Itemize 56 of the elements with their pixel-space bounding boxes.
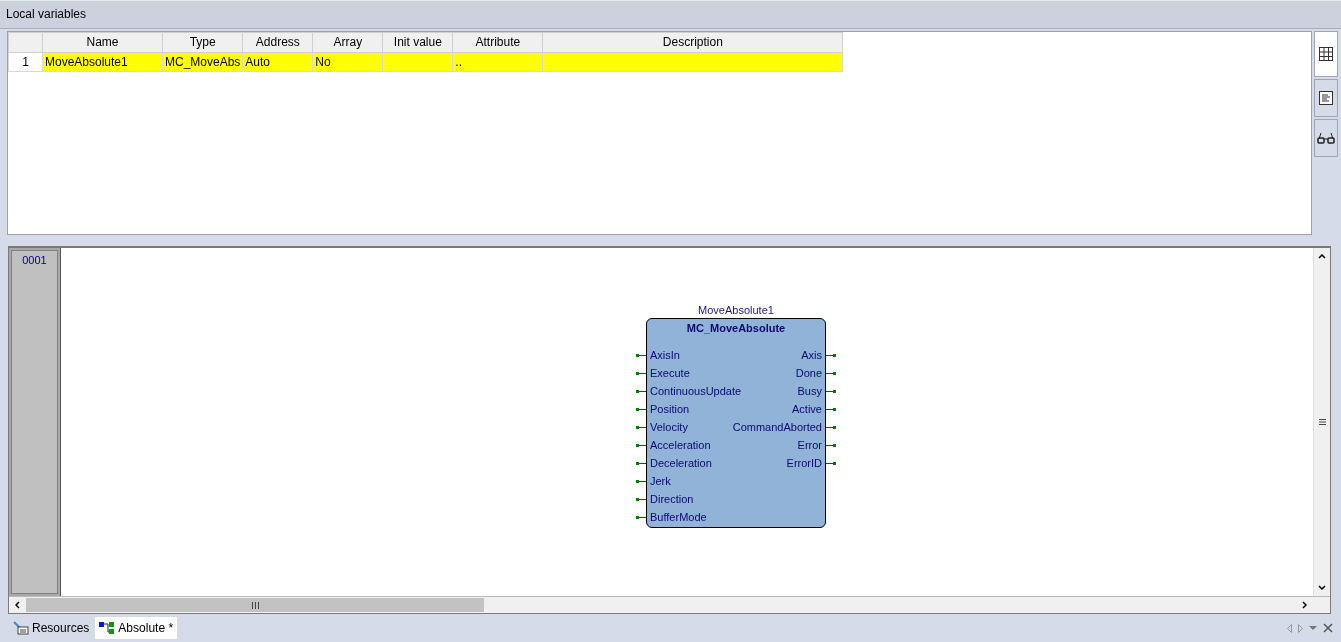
tab-label: Absolute * <box>118 621 174 636</box>
input-pin[interactable]: BufferMode <box>647 508 710 527</box>
vertical-scrollbar[interactable] <box>1313 248 1330 597</box>
output-pin[interactable]: Done <box>792 364 825 383</box>
horizontal-scrollbar[interactable] <box>9 596 1330 614</box>
close-icon[interactable] <box>1323 623 1333 634</box>
column-header[interactable]: Array <box>312 32 383 53</box>
panel-title: Local variables <box>6 7 87 22</box>
input-pin[interactable]: Acceleration <box>647 436 714 455</box>
side-tab[interactable] <box>1314 118 1338 157</box>
pin-connector-icon[interactable] <box>826 461 836 465</box>
diagram-icon <box>99 621 116 636</box>
input-pin[interactable]: Execute <box>647 364 693 383</box>
tab-label: Resources <box>32 621 90 636</box>
column-header[interactable]: Address <box>242 32 313 53</box>
document-tab[interactable]: Absolute * <box>95 617 178 640</box>
line-number: 0001 <box>11 250 58 595</box>
input-pin[interactable]: Direction <box>647 490 697 509</box>
input-pin[interactable]: Jerk <box>647 472 674 491</box>
column-header[interactable]: Name <box>42 32 163 53</box>
column-header[interactable]: Init value <box>382 32 453 53</box>
instance-name: MoveAbsolute1 <box>697 304 775 319</box>
glasses-icon <box>1317 131 1335 144</box>
output-pin[interactable]: Active <box>789 400 825 419</box>
grid-icon <box>1319 46 1333 61</box>
column-header[interactable]: Description <box>542 32 843 53</box>
output-pin[interactable]: ErrorID <box>783 454 825 473</box>
output-pin[interactable]: Error <box>794 436 825 455</box>
pin-connector-icon[interactable] <box>826 353 836 357</box>
grip-icon <box>251 601 259 609</box>
input-pin[interactable]: Position <box>647 400 693 419</box>
pin-connector-icon[interactable] <box>826 425 836 429</box>
dropdown-icon[interactable] <box>1309 626 1317 631</box>
input-pin[interactable]: AxisIn <box>647 346 683 365</box>
output-pin[interactable]: Axis <box>798 346 825 365</box>
column-header[interactable]: Attribute <box>452 32 543 53</box>
side-tab[interactable] <box>1314 30 1338 77</box>
document-icon <box>1319 90 1333 105</box>
column-header[interactable]: Type <box>162 32 243 53</box>
resources-icon <box>13 621 29 636</box>
side-tab[interactable] <box>1314 78 1338 117</box>
output-pin[interactable]: CommandAborted <box>729 418 825 437</box>
input-pin[interactable]: Velocity <box>647 418 691 437</box>
grip-icon <box>1318 419 1326 426</box>
function-block[interactable]: MC_MoveAbsolute AxisIn Axis Execute Done ContinuousUpdate Busy Position Active Velocity CommandAborted Acceleration Error Deceleration ErrorID Jerk Direction BufferMode <box>646 318 826 529</box>
input-pin[interactable]: ContinuousUpdate <box>647 382 745 401</box>
scroll-thumb[interactable] <box>26 598 484 613</box>
pin-connector-icon[interactable] <box>826 371 836 375</box>
pin-connector-icon[interactable] <box>826 389 836 393</box>
corner-header <box>8 32 43 53</box>
input-pin[interactable]: Deceleration <box>647 454 715 473</box>
pin-connector-icon[interactable] <box>826 407 836 411</box>
output-pin[interactable]: Busy <box>794 382 825 401</box>
block-type: MC_MoveAbsolute <box>685 322 787 337</box>
pin-connector-icon[interactable] <box>826 443 836 447</box>
document-tab[interactable]: Resources <box>9 617 94 640</box>
